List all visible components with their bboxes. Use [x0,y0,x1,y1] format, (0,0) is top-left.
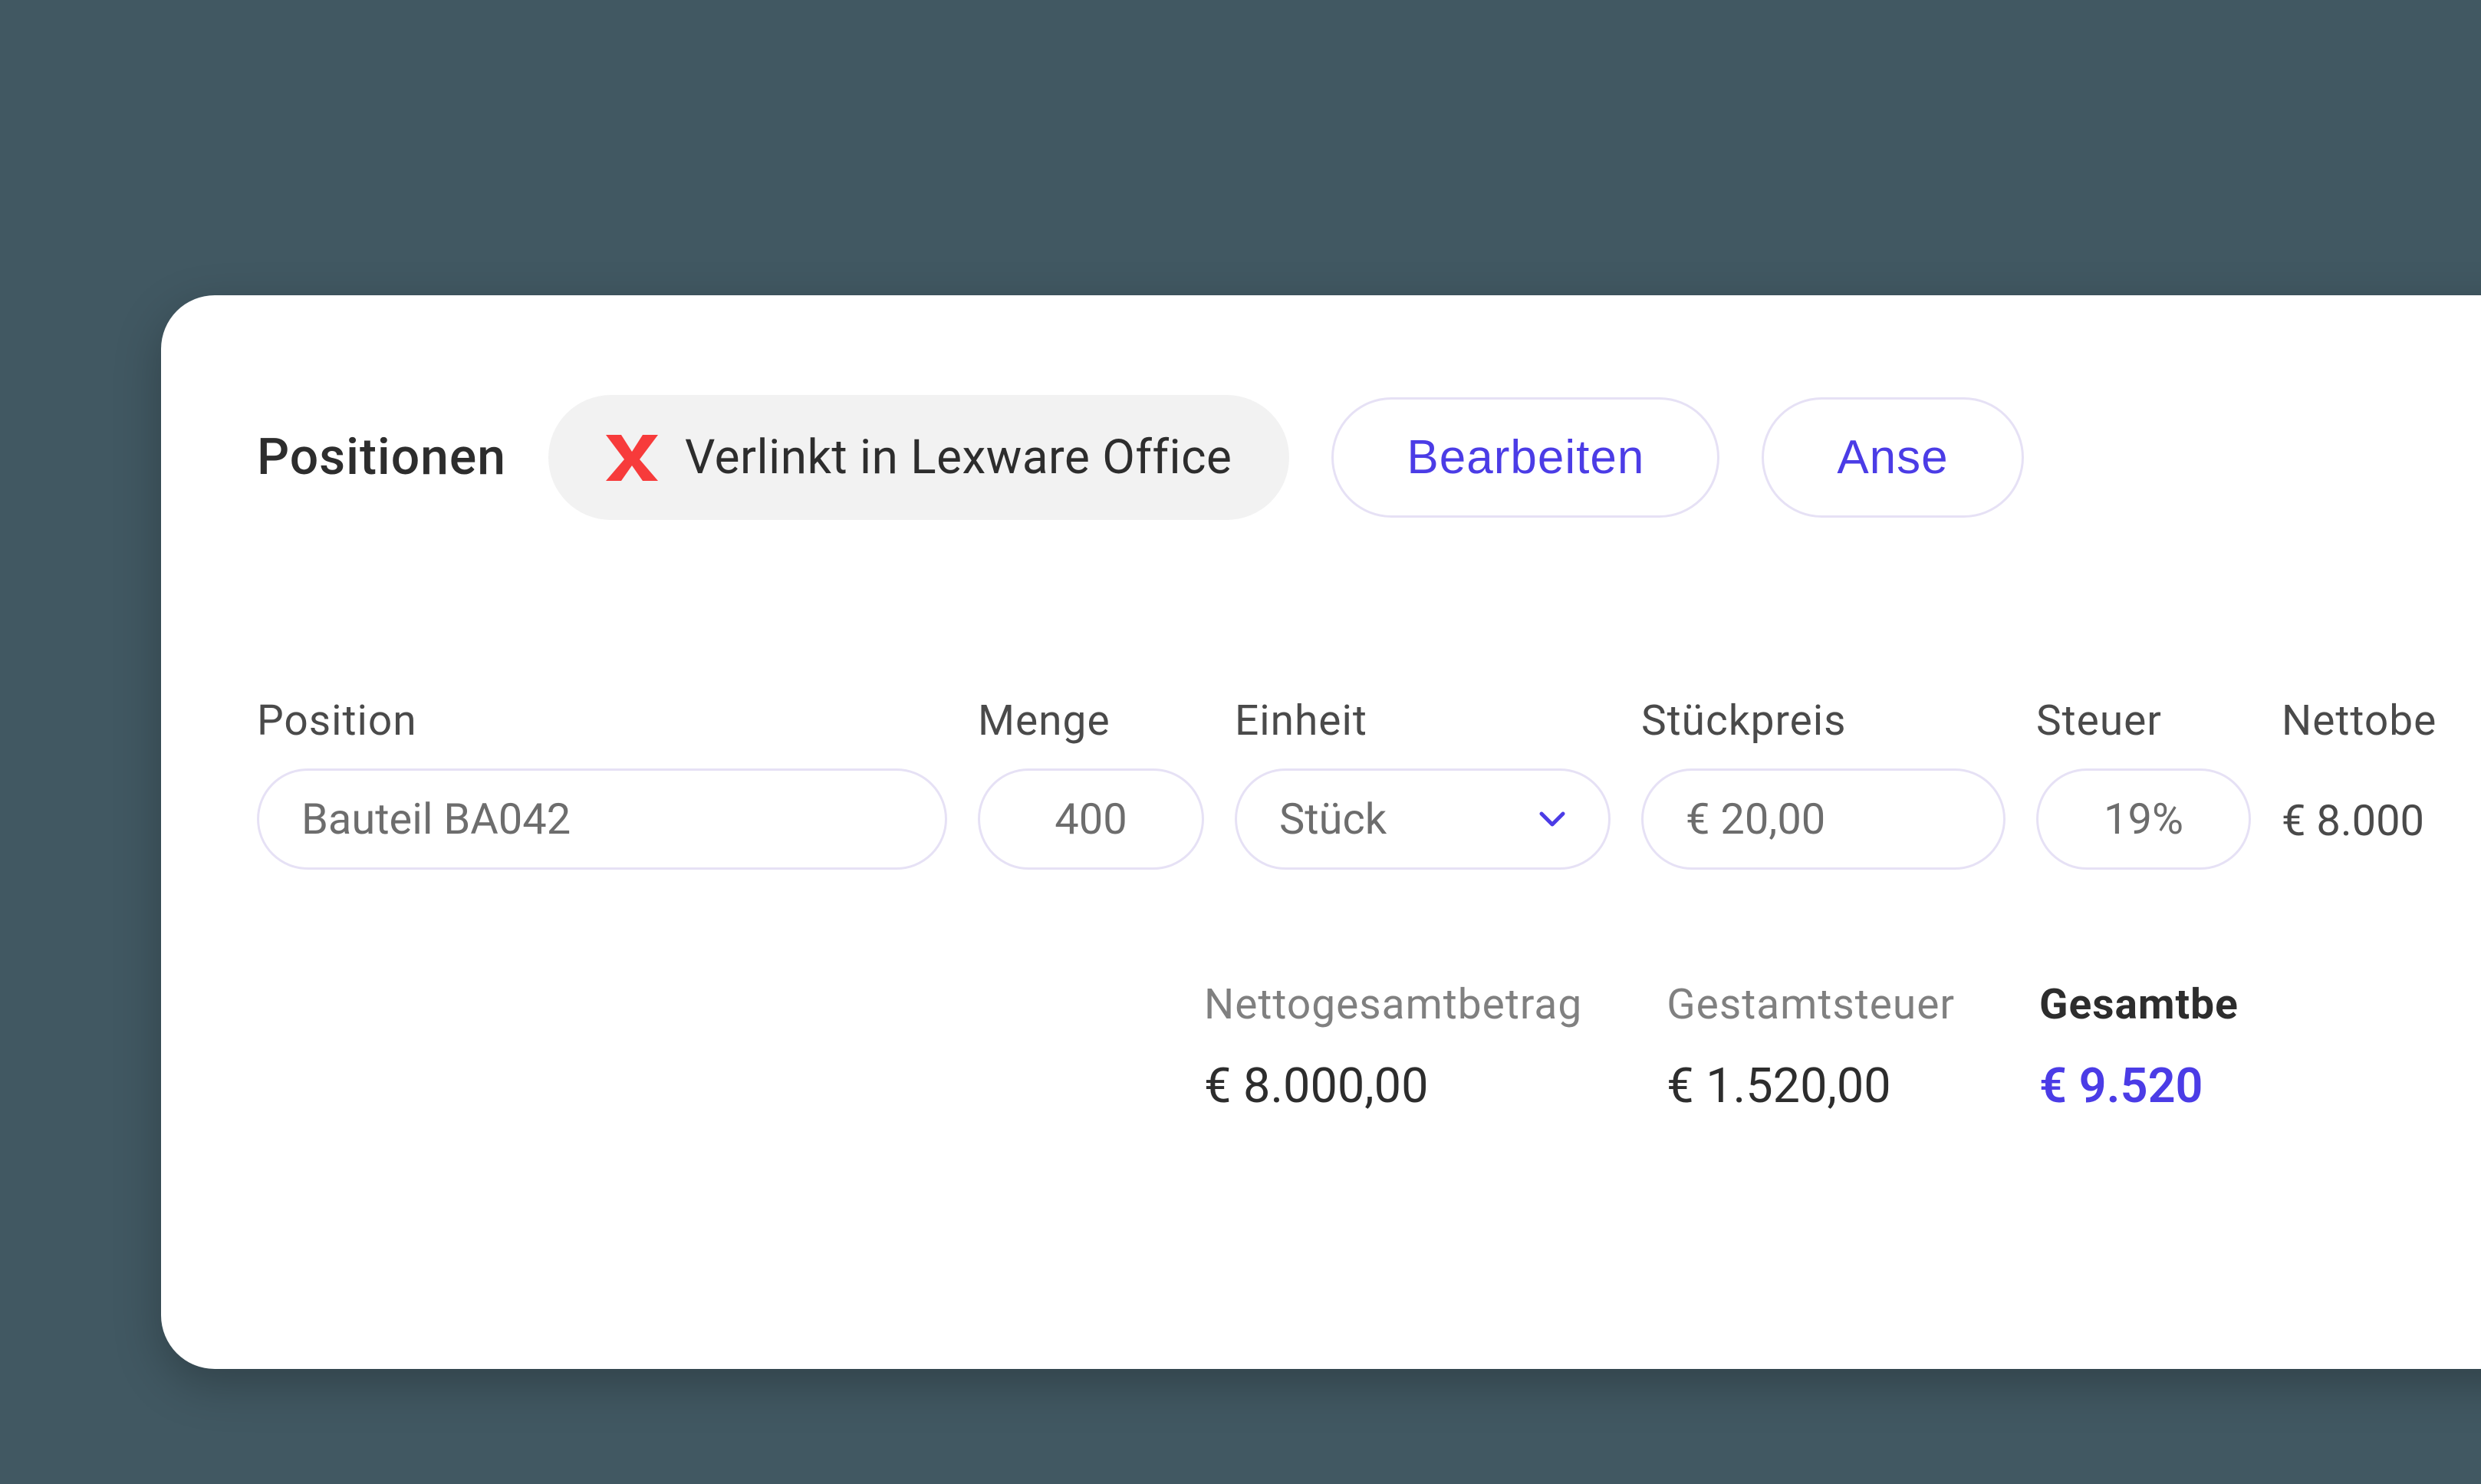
positions-card: Positionen Verlinkt in Lexware Office Be… [161,295,2481,1369]
unit-value: Stück [1279,794,1387,844]
unit-price-input[interactable]: € 20,00 [1641,768,2006,870]
net-value: € 8.000 [2282,768,2443,873]
tax-total-value: € 1.520,00 [1667,1058,1955,1114]
net-total-value: € 8.000,00 [1204,1058,1582,1114]
net-total-block: Nettogesamtbetrag € 8.000,00 [1204,980,1582,1114]
tax-label: Steuer [2036,696,2251,745]
net-total-label: Nettogesamtbetrag [1204,980,1582,1029]
lexware-logo-icon [606,435,658,481]
grand-total-value: € 9.520 [2039,1058,2239,1114]
edit-button[interactable]: Bearbeiten [1331,397,1719,518]
quantity-value: 400 [1055,794,1127,844]
position-value: Bauteil BA042 [301,794,571,844]
tax-column: Steuer 19% [2036,696,2251,870]
tax-total-block: Gestamtsteuer € 1.520,00 [1667,980,1955,1114]
grand-total-block: Gesamtbe € 9.520 [2039,980,2239,1114]
quantity-column: Menge 400 [978,696,1204,870]
chevron-down-icon [1538,811,1566,828]
position-column: Position Bauteil BA042 [257,696,947,870]
unit-select[interactable]: Stück [1235,768,1611,870]
section-title: Positionen [257,428,506,487]
view-button[interactable]: Anse [1762,397,2023,518]
quantity-label: Menge [978,696,1204,745]
position-input[interactable]: Bauteil BA042 [257,768,947,870]
unit-price-value: € 20,00 [1686,794,1825,844]
net-label: Nettobe [2282,696,2443,745]
totals-row: Nettogesamtbetrag € 8.000,00 Gestamtsteu… [1204,980,2443,1114]
linked-text: Verlinkt in Lexware Office [685,429,1232,485]
position-label: Position [257,696,947,745]
unit-price-column: Stückpreis € 20,00 [1641,696,2006,870]
grand-total-label: Gesamtbe [2039,980,2239,1029]
header-row: Positionen Verlinkt in Lexware Office Be… [257,395,2443,520]
line-item-row: Position Bauteil BA042 Menge 400 Einheit… [257,696,2443,873]
unit-price-label: Stückpreis [1641,696,2006,745]
tax-total-label: Gestamtsteuer [1667,980,1955,1029]
tax-input[interactable]: 19% [2036,768,2251,870]
quantity-input[interactable]: 400 [978,768,1204,870]
tax-value: 19% [2104,794,2183,844]
linked-lexware-pill[interactable]: Verlinkt in Lexware Office [548,395,1289,520]
unit-label: Einheit [1235,696,1611,745]
net-column: Nettobe € 8.000 [2282,696,2443,873]
unit-column: Einheit Stück [1235,696,1611,870]
